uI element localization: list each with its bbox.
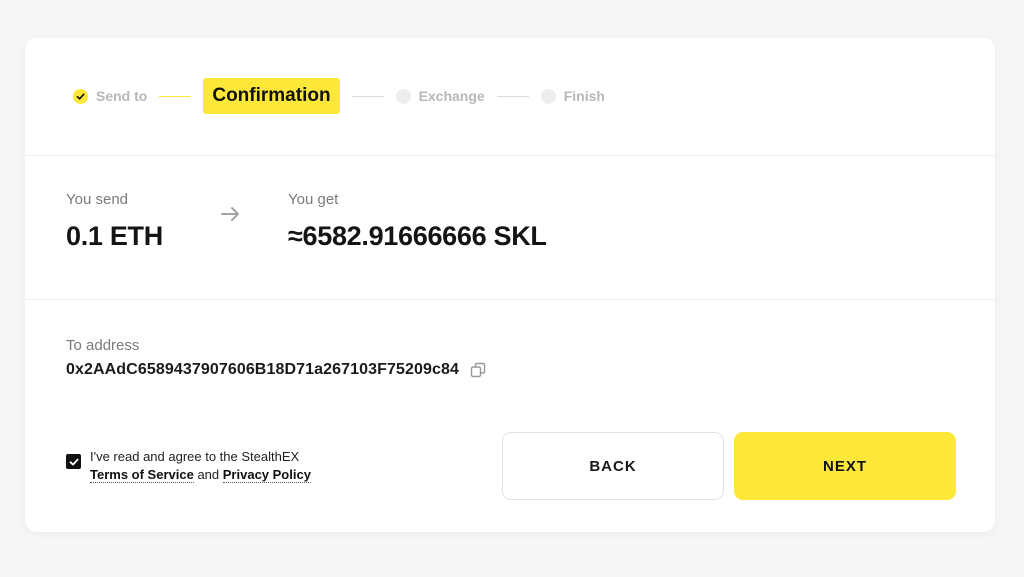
get-amount: ≈6582.91666666 SKL	[288, 221, 547, 251]
get-label: You get	[288, 191, 339, 208]
divider	[25, 155, 995, 156]
agreement-line: I've read and agree to the StealthEX	[90, 449, 300, 464]
step-label: Exchange	[418, 88, 485, 104]
and-text: and	[197, 467, 220, 482]
agree-checkbox[interactable]	[66, 454, 81, 469]
back-button[interactable]: BACK	[502, 432, 724, 500]
step-finish: Finish	[540, 88, 605, 104]
progress-stepper: Send to Confirmation Exchange Finish	[73, 78, 605, 114]
check-icon	[69, 458, 78, 465]
step-exchange: Exchange	[395, 88, 485, 104]
step-connector	[351, 95, 384, 97]
copy-icon[interactable]	[469, 361, 487, 379]
pending-dot-icon	[540, 88, 556, 104]
pending-dot-icon	[395, 88, 411, 104]
send-label: You send	[66, 191, 129, 208]
step-connector	[159, 95, 192, 97]
step-send-to: Send to	[73, 88, 147, 104]
step-connector	[496, 95, 529, 97]
privacy-policy-link[interactable]: Privacy Policy	[222, 467, 311, 483]
step-label: Finish	[563, 88, 605, 104]
next-button[interactable]: NEXT	[734, 432, 956, 500]
agreement: I've read and agree to the StealthEX Ter…	[66, 448, 311, 484]
get-summary: You get ≈6582.91666666 SKL	[288, 191, 547, 252]
exchange-card: Send to Confirmation Exchange Finish You…	[25, 38, 995, 532]
address-section: To address 0x2AAdC6589437907606B18D71a26…	[66, 337, 487, 379]
step-label: Confirmation	[212, 85, 331, 106]
divider	[25, 299, 995, 300]
step-label: Send to	[96, 88, 148, 104]
address-value: 0x2AAdC6589437907606B18D71a267103F75209c…	[66, 361, 459, 378]
address-label: To address	[66, 337, 140, 354]
send-summary: You send 0.1 ETH	[66, 191, 163, 252]
check-icon	[73, 88, 88, 104]
terms-of-service-link[interactable]: Terms of Service	[90, 467, 194, 483]
agreement-text: I've read and agree to the StealthEX Ter…	[90, 448, 311, 484]
arrow-right-icon	[221, 207, 239, 221]
step-confirmation: Confirmation	[203, 78, 340, 114]
send-amount: 0.1 ETH	[66, 221, 163, 251]
